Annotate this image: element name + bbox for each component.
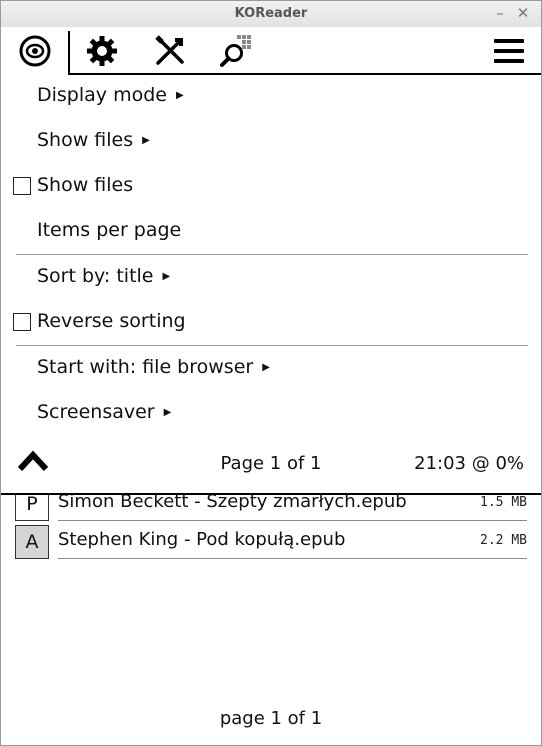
main-menu: Display mode ▶ Show files ▶ Show files Ite… <box>1 27 541 495</box>
divider <box>58 558 527 559</box>
file-size: 1.5 MB <box>480 495 527 510</box>
koreader-window: KOReader – ✕ P Simon Beckett - Szepty zm… <box>0 0 542 746</box>
tab-tools[interactable] <box>145 29 195 73</box>
menu-item-items-per-page[interactable]: Items per page <box>1 209 541 254</box>
tools-icon <box>155 35 184 65</box>
menu-tab-bar <box>1 27 541 75</box>
menu-item-start-with[interactable]: Start with: file browser ▶ <box>1 346 541 391</box>
menu-item-label: Display mode <box>37 84 167 106</box>
checkbox[interactable] <box>13 313 31 331</box>
menu-item-show-files-toggle[interactable]: Show files <box>1 164 541 209</box>
file-letter-badge: A <box>15 525 49 559</box>
minimize-button[interactable]: – <box>491 4 509 22</box>
submenu-arrow-icon: ▶ <box>162 271 171 282</box>
close-button[interactable]: ✕ <box>514 4 532 22</box>
tab-filemanager[interactable] <box>10 29 60 73</box>
menu-item-reverse-sorting[interactable]: Reverse sorting <box>1 300 541 345</box>
submenu-arrow-icon: ▶ <box>142 135 150 146</box>
gear-icon <box>87 36 117 66</box>
menu-item-display-mode[interactable]: Display mode ▶ <box>1 74 541 119</box>
clock-battery-status: 21:03 @ 0% <box>414 453 524 474</box>
menu-item-label: Reverse sorting <box>37 310 186 332</box>
filemanager-icon <box>19 35 51 67</box>
file-list-item[interactable]: A Stephen King - Pod kopułą.epub 2.2 MB <box>15 517 527 559</box>
menu-item-show-files-submenu[interactable]: Show files ▶ <box>1 119 541 164</box>
file-size: 2.2 MB <box>480 533 527 548</box>
file-browser-page-info: page 1 of 1 <box>219 708 323 729</box>
checkbox[interactable] <box>13 177 31 195</box>
tab-search[interactable] <box>211 29 261 73</box>
menu-item-label: Sort by: title <box>37 265 154 287</box>
submenu-arrow-icon: ▶ <box>175 90 184 101</box>
menu-item-label: Show files <box>37 174 134 196</box>
menu-item-label: Show files <box>37 129 134 151</box>
window-title: KOReader <box>234 6 308 21</box>
submenu-arrow-icon: ▶ <box>262 362 270 373</box>
title-bar: KOReader – ✕ <box>1 1 541 28</box>
file-name: Stephen King - Pod kopułą.epub <box>58 529 346 550</box>
menu-item-screensaver[interactable]: Screensaver ▶ <box>1 391 541 436</box>
search-icon <box>220 35 251 67</box>
menu-item-label: Items per page <box>37 219 182 241</box>
tab-settings[interactable] <box>77 29 127 73</box>
hamburger-menu-icon <box>494 39 524 63</box>
tab-main-menu[interactable] <box>484 29 534 73</box>
menu-item-label: Start with: file browser <box>37 356 254 378</box>
menu-item-sort-by[interactable]: Sort by: title ▶ <box>1 255 541 300</box>
submenu-arrow-icon: ▶ <box>163 407 172 418</box>
menu-footer: Page 1 of 1 21:03 @ 0% <box>1 439 541 489</box>
active-tab-border <box>68 31 70 75</box>
menu-item-label: Screensaver <box>37 401 155 423</box>
